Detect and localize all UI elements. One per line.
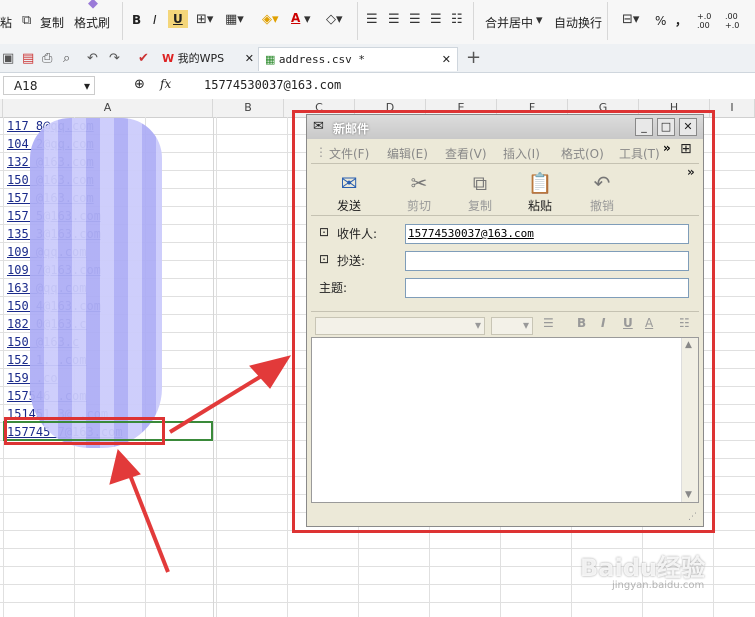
arrow-to-window-line [168,370,270,434]
baidu-watermark-url: jingyan.baidu.com [612,580,705,591]
annotation-arrows [109,355,292,573]
baidu-watermark: Baidu经验 [580,554,705,582]
arrow-to-window-head [249,355,292,389]
arrow-to-cell-line [126,469,170,573]
arrow-to-cell-head [109,448,141,485]
